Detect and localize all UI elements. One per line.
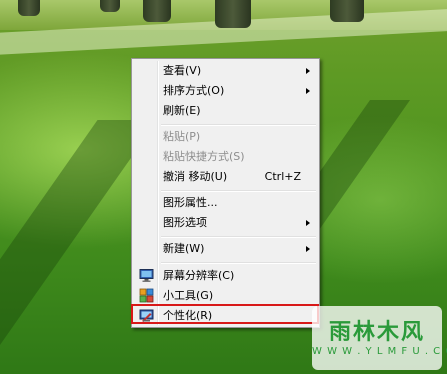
tree-trunk	[100, 0, 120, 12]
menu-item-screen-resolution[interactable]: 屏幕分辨率(C)	[134, 266, 317, 286]
menu-item-label: 新建(W)	[163, 242, 205, 255]
menu-item-gadgets[interactable]: 小工具(G)	[134, 286, 317, 306]
watermark-logo: 雨林木风 W W W . Y L M F U . C O M	[312, 306, 447, 370]
menu-item-new[interactable]: 新建(W)	[134, 239, 317, 259]
menu-item-paste[interactable]: 粘贴(P)	[134, 127, 317, 147]
tree-trunk	[143, 0, 171, 22]
tree-trunk	[18, 0, 40, 16]
submenu-arrow-icon	[306, 220, 310, 226]
menu-item-refresh[interactable]: 刷新(E)	[134, 101, 317, 121]
menu-item-label: 图形属性...	[163, 196, 218, 209]
annotation-highlight-box	[131, 304, 319, 324]
menu-item-undo-move[interactable]: 撤消 移动(U) Ctrl+Z	[134, 167, 317, 187]
watermark-url: W W W . Y L M F U . C O M	[312, 346, 447, 357]
monitor-icon	[139, 268, 154, 283]
menu-item-paste-shortcut[interactable]: 粘贴快捷方式(S)	[134, 147, 317, 167]
menu-item-graphics-properties[interactable]: 图形属性...	[134, 193, 317, 213]
menu-item-graphics-options[interactable]: 图形选项	[134, 213, 317, 233]
menu-item-label: 粘贴快捷方式(S)	[163, 150, 245, 163]
menu-item-view[interactable]: 查看(V)	[134, 61, 317, 81]
watermark-title: 雨林木风	[328, 320, 425, 345]
submenu-arrow-icon	[306, 68, 310, 74]
menu-separator	[161, 190, 316, 192]
menu-item-label: 排序方式(O)	[163, 84, 225, 97]
menu-separator	[161, 124, 316, 126]
menu-separator	[161, 236, 316, 238]
menu-item-label: 粘贴(P)	[163, 130, 201, 143]
tree-trunk	[215, 0, 251, 28]
menu-item-label: 图形选项	[163, 216, 207, 229]
submenu-arrow-icon	[306, 246, 310, 252]
menu-item-label: 刷新(E)	[163, 104, 201, 117]
menu-item-sort-by[interactable]: 排序方式(O)	[134, 81, 317, 101]
submenu-arrow-icon	[306, 88, 310, 94]
context-menu: 查看(V) 排序方式(O) 刷新(E) 粘贴(P) 粘贴快捷方式(S) 撤消 移…	[131, 58, 320, 328]
menu-item-label: 查看(V)	[163, 64, 202, 77]
tree-trunk	[330, 0, 364, 22]
menu-item-label: 撤消 移动(U)	[163, 170, 228, 183]
gadgets-icon	[139, 288, 154, 303]
menu-item-shortcut: Ctrl+Z	[264, 170, 301, 183]
menu-item-label: 屏幕分辨率(C)	[163, 269, 235, 282]
menu-item-label: 小工具(G)	[163, 289, 214, 302]
menu-separator	[161, 262, 316, 264]
